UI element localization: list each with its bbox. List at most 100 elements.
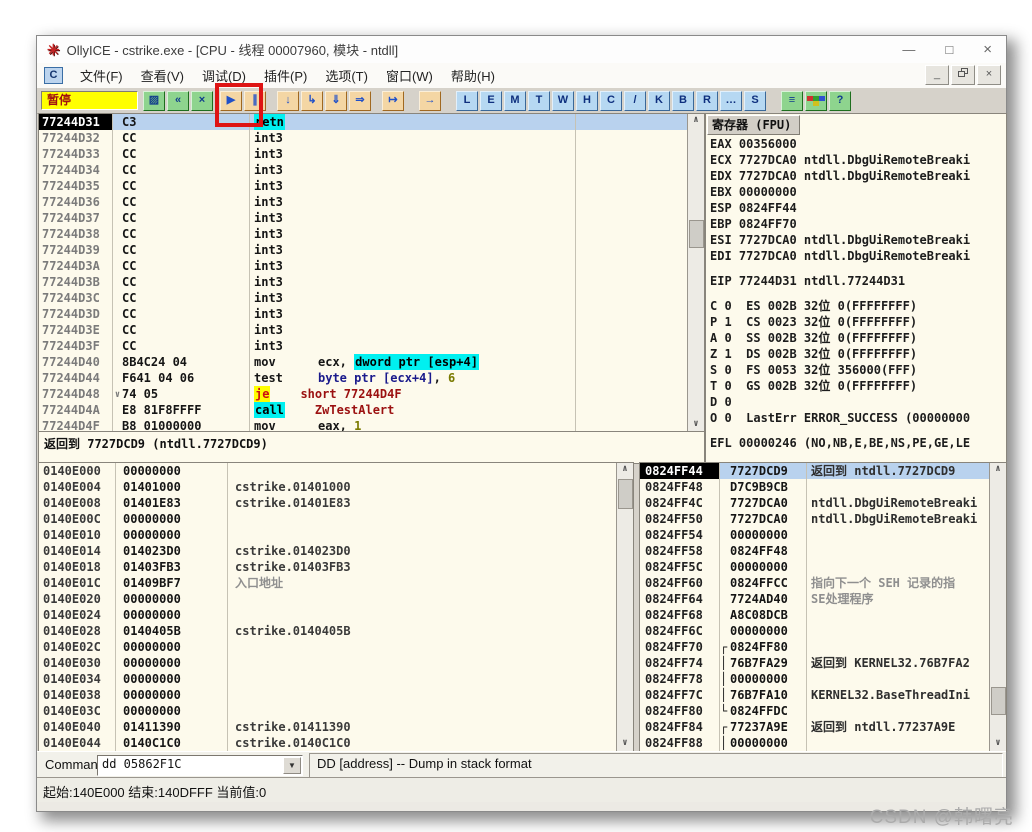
view-executables-button[interactable]: E [480,91,502,111]
dump-scrollbar[interactable]: ∧ ∨ [616,463,633,751]
register-line[interactable]: ESI 7727DCA0 ntdll.DbgUiRemoteBreaki [706,232,1006,248]
stack-row[interactable]: 0824FF88│00000000 [640,735,990,751]
disasm-row[interactable]: 77244D44F641 04 06testbyte ptr [ecx+4], … [39,370,688,386]
view-windows-button[interactable]: W [552,91,574,111]
restart-button[interactable]: « [167,91,189,111]
disassembly-pane[interactable]: 77244D31C3retn77244D32CCint377244D33CCin… [38,113,705,433]
stack-row[interactable]: 0824FF4C7727DCA0ntdll.DbgUiRemoteBreaki [640,495,990,511]
register-line[interactable]: Z 1 DS 002B 32位 0(FFFFFFFF) [706,346,1006,362]
menu-item[interactable]: 调试(D) [193,64,255,87]
register-line[interactable]: P 1 CS 0023 32位 0(FFFFFFFF) [706,314,1006,330]
step-over-button[interactable]: ↳ [301,91,323,111]
disasm-row[interactable]: 77244D36CCint3 [39,194,688,210]
view-run-trace-button[interactable]: … [720,91,742,111]
debug-options-button[interactable]: ≡ [781,91,803,111]
dump-row[interactable]: 0140E03800000000 [39,687,617,703]
stack-row[interactable]: 0824FF580824FF48 [640,543,990,559]
disasm-row[interactable]: 77244D38CCint3 [39,226,688,242]
disasm-row[interactable]: 77244D3ACCint3 [39,258,688,274]
disasm-row[interactable]: 77244D3DCCint3 [39,306,688,322]
view-patches-button[interactable]: / [624,91,646,111]
run-button[interactable]: ▶ [220,91,242,111]
menu-item[interactable]: 选项(T) [316,64,377,87]
register-line[interactable]: ESP 0824FF44 [706,200,1006,216]
dump-row[interactable]: 0140E01801403FB3cstrike.01403FB3 [39,559,617,575]
pause-button[interactable]: ∥ [244,91,266,111]
disasm-row[interactable]: 77244D34CCint3 [39,162,688,178]
step-into-button[interactable]: ↓ [277,91,299,111]
open-file-button[interactable]: ▨ [143,91,165,111]
dump-row[interactable]: 0140E0440140C1C0cstrike.0140C1C0 [39,735,617,751]
stack-pane[interactable]: 0824FF447727DCD9返回到 ntdll.7727DCD9 0824FF… [639,462,1007,752]
scroll-up-icon[interactable]: ∧ [688,114,704,128]
close-button[interactable]: × [983,41,992,58]
stack-row[interactable]: 0824FF5400000000 [640,527,990,543]
disasm-row[interactable]: 77244D35CCint3 [39,178,688,194]
stack-scroll-thumb[interactable] [991,687,1006,715]
menu-item[interactable]: 帮助(H) [442,64,504,87]
title-bar[interactable]: ✳ OllyICE - cstrike.exe - [CPU - 线程 0000… [37,36,1006,64]
dropdown-arrow-icon[interactable]: ▼ [283,757,301,774]
stack-row[interactable]: 0824FF80└0824FFDC [640,703,990,719]
disasm-row[interactable]: 77244D39CCint3 [39,242,688,258]
register-line[interactable]: EDX 7727DCA0 ntdll.DbgUiRemoteBreaki [706,168,1006,184]
disasm-row[interactable]: 77244D408B4C24 04movecx, dword ptr [esp+… [39,354,688,370]
disasm-scrollbar[interactable]: ∧ ∨ [687,114,704,432]
dump-row[interactable]: 0140E03C00000000 [39,703,617,719]
view-call-stack-button[interactable]: K [648,91,670,111]
disasm-row[interactable]: 77244D3CCCint3 [39,290,688,306]
maximize-button[interactable]: □ [945,42,953,57]
dump-row[interactable]: 0140E014014023D0cstrike.014023D0 [39,543,617,559]
scroll-up-icon[interactable]: ∧ [617,463,633,477]
help-button[interactable]: ? [829,91,851,111]
menu-item[interactable]: 查看(V) [132,64,193,87]
stack-row[interactable]: 0824FF68A8C08DCB [640,607,990,623]
menu-item[interactable]: 窗口(W) [377,64,442,87]
stack-row[interactable]: 0824FF600824FFCC指向下一个 SEH 记录的指 [640,575,990,591]
disasm-row[interactable]: 77244D3BCCint3 [39,274,688,290]
scroll-down-icon[interactable]: ∨ [617,737,633,751]
mdi-minimize-button[interactable]: _ [925,65,949,85]
stack-row[interactable]: 0824FF7C│76B7FA10KERNEL32.BaseThreadIni [640,687,990,703]
disasm-row[interactable]: 77244D3FCCint3 [39,338,688,354]
view-cpu-button[interactable]: C [600,91,622,111]
dump-row[interactable]: 0140E00801401E83cstrike.01401E83 [39,495,617,511]
stack-row[interactable]: 0824FF447727DCD9返回到 ntdll.7727DCD9 [640,463,990,479]
register-line[interactable]: S 0 FS 0053 32位 356000(FFF) [706,362,1006,378]
register-line[interactable]: T 0 GS 002B 32位 0(FFFFFFFF) [706,378,1006,394]
scroll-down-icon[interactable]: ∨ [990,737,1006,751]
register-line[interactable]: C 0 ES 002B 32位 0(FFFFFFFF) [706,298,1006,314]
disasm-row[interactable]: 77244D31C3retn [39,114,688,130]
dump-row[interactable]: 0140E02400000000 [39,607,617,623]
view-breakpoints-button[interactable]: B [672,91,694,111]
dump-row[interactable]: 0140E03400000000 [39,671,617,687]
animate-into-button[interactable]: ⇓ [325,91,347,111]
stack-scrollbar[interactable]: ∧ ∨ [989,463,1006,751]
dump-row[interactable]: 0140E0280140405Bcstrike.0140405B [39,623,617,639]
scroll-down-icon[interactable]: ∨ [688,418,704,432]
register-line[interactable]: EDI 7727DCA0 ntdll.DbgUiRemoteBreaki [706,248,1006,264]
mdi-close-button[interactable]: × [977,65,1001,85]
register-line[interactable]: EAX 00356000 [706,136,1006,152]
disasm-row[interactable]: 77244D4AE8 81F8FFFFcallZwTestAlert [39,402,688,418]
registers-pane[interactable]: 寄存器 (FPU) EAX 00356000ECX 7727DCA0 ntdll… [705,113,1007,464]
register-line[interactable]: ECX 7727DCA0 ntdll.DbgUiRemoteBreaki [706,152,1006,168]
register-line[interactable]: EBP 0824FF70 [706,216,1006,232]
register-line[interactable]: EIP 77244D31 ntdll.77244D31 [706,273,1006,289]
view-handles-button[interactable]: H [576,91,598,111]
register-line[interactable]: A 0 SS 002B 32位 0(FFFFFFFF) [706,330,1006,346]
dump-row[interactable]: 0140E03000000000 [39,655,617,671]
disasm-row[interactable]: 77244D33CCint3 [39,146,688,162]
dump-row[interactable]: 0140E04001411390cstrike.01411390 [39,719,617,735]
dump-row[interactable]: 0140E02000000000 [39,591,617,607]
view-references-button[interactable]: R [696,91,718,111]
register-line[interactable]: EFL 00000246 (NO,NB,E,BE,NS,PE,GE,LE [706,435,1006,451]
cpu-window-icon[interactable]: C [44,67,63,84]
register-line[interactable]: O 0 LastErr ERROR_SUCCESS (00000000 [706,410,1006,426]
stack-row[interactable]: 0824FF6C00000000 [640,623,990,639]
view-source-button[interactable]: S [744,91,766,111]
stack-row[interactable]: 0824FF74│76B7FA29返回到 KERNEL32.76B7FA2 [640,655,990,671]
disasm-row[interactable]: 77244D48∨74 05jeshort 77244D4F [39,386,688,402]
dump-row[interactable]: 0140E00C00000000 [39,511,617,527]
close-program-button[interactable]: × [191,91,213,111]
